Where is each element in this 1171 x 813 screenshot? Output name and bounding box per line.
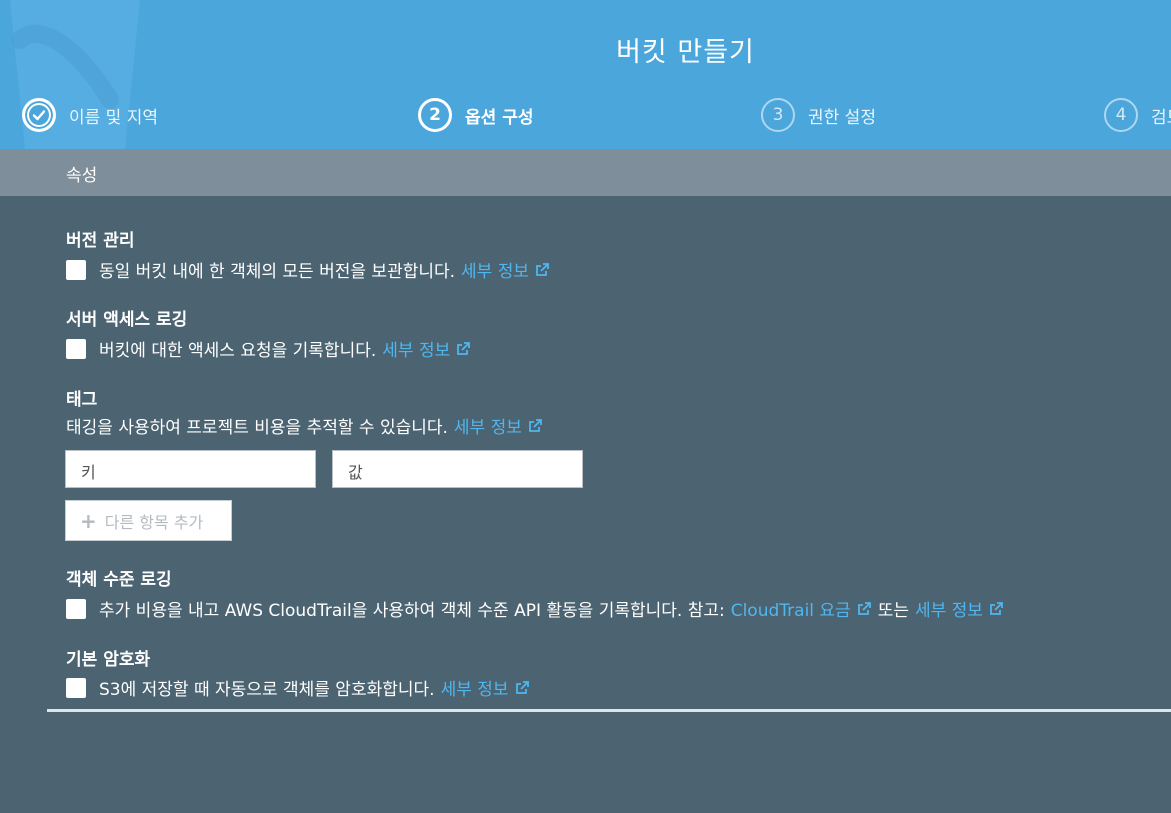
encryption-text: S3에 저장할 때 자동으로 객체를 암호화합니다. xyxy=(99,680,435,700)
versioning-checkbox[interactable] xyxy=(66,259,86,280)
logging-option: 버킷에 대한 액세스 요청을 기록합니다. 세부 정보 xyxy=(66,336,471,361)
add-tag-button[interactable]: + 다른 항목 추가 xyxy=(65,500,232,541)
encryption-learn-more-link[interactable]: 세부 정보 xyxy=(441,675,530,700)
object-logging-learn-more-link[interactable]: 세부 정보 xyxy=(915,596,1004,621)
step-name-and-region[interactable]: 이름 및 지역 xyxy=(22,98,158,132)
step-configure-options[interactable]: 2 옵션 구성 xyxy=(418,98,533,132)
object-logging-title: 객체 수준 로깅 xyxy=(66,570,172,590)
object-logging-checkbox[interactable] xyxy=(66,598,86,619)
external-link-icon xyxy=(528,418,542,432)
wizard-header: 버킷 만들기 이름 및 지역 2 옵션 구성 3 권한 설정 4 검토 xyxy=(0,0,1171,149)
external-link-icon xyxy=(457,341,471,355)
object-logging-option: 추가 비용을 내고 AWS CloudTrail을 사용하여 객체 수준 API… xyxy=(66,596,1004,621)
versioning-learn-more-link[interactable]: 세부 정보 xyxy=(461,257,550,282)
step-label: 검토 xyxy=(1151,107,1171,128)
step-label: 옵션 구성 xyxy=(465,107,534,128)
cloudtrail-pricing-link[interactable]: CloudTrail 요금 xyxy=(731,596,872,621)
logging-title: 서버 액세스 로깅 xyxy=(66,310,188,330)
external-link-icon xyxy=(536,262,549,276)
external-link-icon xyxy=(515,680,529,694)
plus-icon: + xyxy=(80,508,97,533)
or-text: 또는 xyxy=(877,601,909,621)
step-number: 2 xyxy=(418,98,452,132)
section-header: 속성 xyxy=(0,149,1171,196)
object-logging-text: 추가 비용을 내고 AWS CloudTrail을 사용하여 객체 수준 API… xyxy=(99,601,725,621)
versioning-title: 버전 관리 xyxy=(66,231,135,251)
step-label: 이름 및 지역 xyxy=(69,107,159,128)
logging-text: 버킷에 대한 액세스 요청을 기록합니다. xyxy=(99,341,377,361)
external-link-icon xyxy=(857,601,871,615)
step-number: 4 xyxy=(1104,98,1138,132)
logging-checkbox[interactable] xyxy=(66,338,86,359)
encryption-title: 기본 암호화 xyxy=(66,650,151,670)
tags-title: 태그 xyxy=(66,390,98,410)
check-icon xyxy=(22,98,56,132)
divider xyxy=(47,709,1171,712)
step-label: 권한 설정 xyxy=(808,107,876,128)
step-review[interactable]: 4 검토 xyxy=(1104,98,1171,132)
logging-learn-more-link[interactable]: 세부 정보 xyxy=(382,336,471,361)
versioning-option: 동일 버킷 내에 한 객체의 모든 버전을 보관합니다. 세부 정보 xyxy=(66,257,550,282)
tags-learn-more-link[interactable]: 세부 정보 xyxy=(454,413,543,438)
step-number: 3 xyxy=(761,98,795,132)
tags-description: 태깅을 사용하여 프로젝트 비용을 추적할 수 있습니다. 세부 정보 xyxy=(66,413,543,438)
encryption-option: S3에 저장할 때 자동으로 객체를 암호화합니다. 세부 정보 xyxy=(66,675,530,700)
tag-key-input[interactable]: 키 xyxy=(65,450,316,488)
tag-value-input[interactable]: 값 xyxy=(332,450,583,488)
section-title: 속성 xyxy=(66,166,98,186)
versioning-text: 동일 버킷 내에 한 객체의 모든 버전을 보관합니다. xyxy=(99,262,456,282)
step-set-permissions[interactable]: 3 권한 설정 xyxy=(761,98,876,132)
page-title: 버킷 만들기 xyxy=(616,37,755,68)
add-tag-label: 다른 항목 추가 xyxy=(104,512,204,532)
external-link-icon xyxy=(990,601,1003,615)
encryption-checkbox[interactable] xyxy=(66,677,86,698)
